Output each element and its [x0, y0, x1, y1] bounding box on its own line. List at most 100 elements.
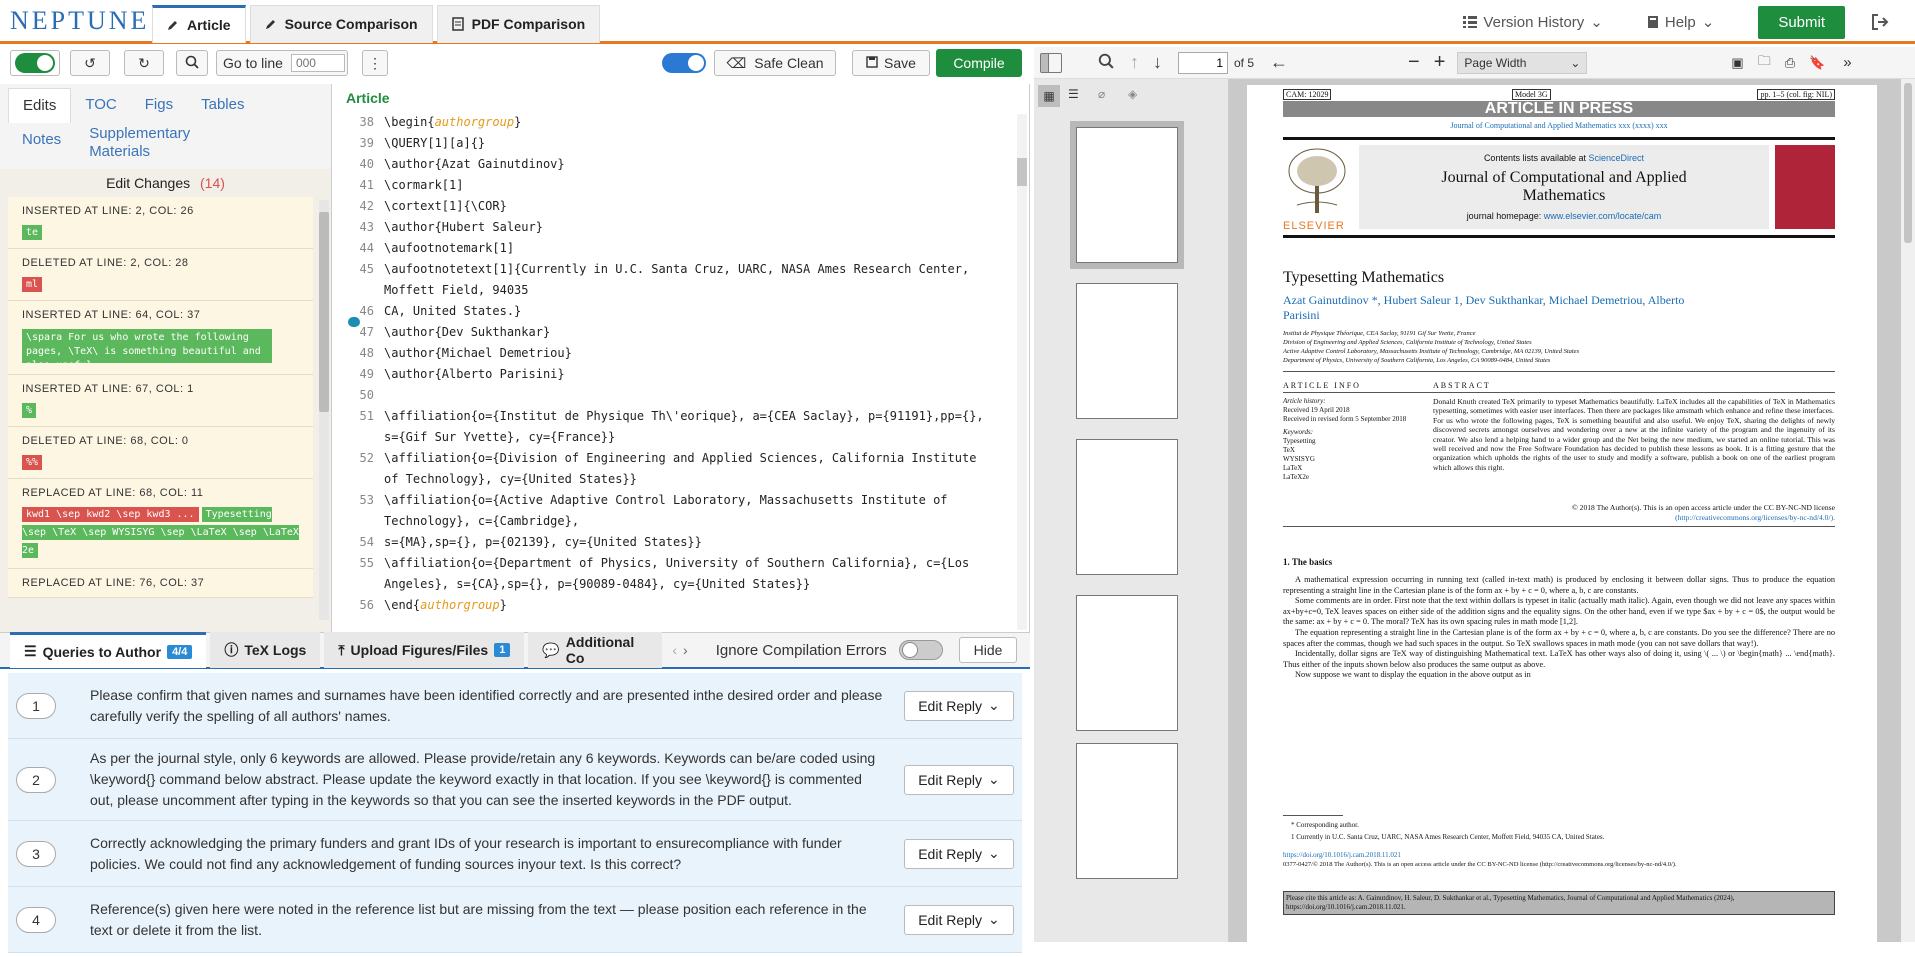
editor-scrollbar[interactable]: [1017, 114, 1027, 630]
version-history-menu[interactable]: Version History ⌄: [1463, 13, 1603, 31]
editor-line[interactable]: 50: [340, 385, 1020, 406]
submit-button[interactable]: Submit: [1758, 5, 1845, 39]
tab-tex-logs[interactable]: ⓘ TeX Logs: [210, 632, 321, 668]
tab-queries[interactable]: ☰ Queries to Author 4/4: [10, 632, 207, 668]
editor-line[interactable]: 48 \author{Michael Demetriou}: [340, 343, 1020, 364]
doi-link[interactable]: https://doi.org/10.1016/j.cam.2018.11.02…: [1283, 851, 1401, 859]
tab-notes[interactable]: Notes: [8, 123, 75, 169]
tab-tables[interactable]: Tables: [187, 88, 258, 123]
edit-reply-button[interactable]: Edit Reply ⌄: [904, 838, 1014, 869]
tab-upload[interactable]: ⤒ Upload Figures/Files 1: [324, 632, 525, 668]
edit-change-item[interactable]: REPLACED AT LINE: 76, COL: 37: [8, 569, 313, 598]
edit-change-item[interactable]: DELETED AT LINE: 68, COL: 0%%: [8, 427, 313, 479]
page-number-input[interactable]: [1178, 51, 1228, 74]
editor-line[interactable]: 38 \begin{authorgroup}: [340, 112, 1020, 133]
editor-line[interactable]: 53 \affiliation{o={Active Adaptive Contro…: [340, 490, 1020, 532]
page-thumbnail[interactable]: [1076, 743, 1178, 879]
edit-reply-button[interactable]: Edit Reply ⌄: [904, 904, 1014, 935]
editor-line[interactable]: 42 \cortext[1]{\COR}: [340, 196, 1020, 217]
search-icon[interactable]: [1098, 53, 1114, 72]
tab-edits[interactable]: Edits: [8, 88, 72, 123]
tab-article[interactable]: Article: [152, 4, 246, 43]
save-button[interactable]: Save: [852, 50, 930, 76]
comment-icon[interactable]: [348, 317, 360, 327]
tab-figs[interactable]: Figs: [131, 88, 187, 123]
go-to-line-input[interactable]: [290, 54, 345, 72]
arrow-up-icon[interactable]: ↑: [1130, 52, 1139, 73]
code-editor[interactable]: Article 38 \begin{authorgroup} 39 \QUERY[1]…: [340, 84, 1030, 632]
editor-line[interactable]: 47 \author{Dev Sukthankar}: [340, 322, 1020, 343]
undo-button[interactable]: ↺: [70, 50, 110, 76]
page-thumbnail[interactable]: [1076, 127, 1178, 263]
editor-line[interactable]: 56 \end{authorgroup}: [340, 595, 1020, 616]
edit-reply-button[interactable]: Edit Reply ⌄: [904, 690, 1014, 721]
edit-change-item[interactable]: INSERTED AT LINE: 67, COL: 1%: [8, 375, 313, 427]
editor-line[interactable]: 44 \aufootnotemark[1]: [340, 238, 1020, 259]
editor-line[interactable]: 41 \cormark[1]: [340, 175, 1020, 196]
thumbnail-view-button[interactable]: ▦: [1038, 85, 1060, 107]
tab-source-comparison[interactable]: Source Comparison: [249, 4, 433, 43]
redo-button[interactable]: ↻: [124, 50, 164, 76]
editor-line[interactable]: 43 \author{Hubert Saleur}: [340, 217, 1020, 238]
sign-out-icon[interactable]: [1867, 9, 1893, 35]
tab-pdf-comparison[interactable]: PDF Comparison: [436, 4, 601, 43]
edit-reply-button[interactable]: Edit Reply ⌄: [904, 764, 1014, 795]
keyword: LaTeX: [1283, 464, 1303, 472]
edit-change-item[interactable]: INSERTED AT LINE: 2, COL: 26 te: [8, 197, 313, 249]
homepage-link[interactable]: www.elsevier.com/locate/cam: [1544, 211, 1662, 221]
page-thumbnail[interactable]: [1076, 595, 1178, 731]
page-thumbnail[interactable]: [1076, 283, 1178, 419]
tab-additional[interactable]: 💬 Additional Co: [528, 632, 663, 668]
compile-button[interactable]: Compile: [936, 49, 1022, 77]
sidebar-toggle-button[interactable]: [1040, 52, 1062, 73]
code-text: \cortext[1]{\COR}: [384, 199, 507, 213]
editor-line[interactable]: 46 CA, United States.}: [340, 301, 1020, 322]
tab-toc[interactable]: TOC: [71, 88, 130, 123]
more-options-button[interactable]: ⋮: [362, 50, 388, 76]
edit-change-item[interactable]: DELETED AT LINE: 2, COL: 28 ml: [8, 249, 313, 301]
attachments-icon[interactable]: ⌀: [1098, 87, 1105, 101]
zoom-out-icon[interactable]: −: [1408, 51, 1420, 74]
editor-line[interactable]: 52 \affiliation{o={Division of Engineerin…: [340, 448, 1020, 490]
zoom-select[interactable]: Page Width ⌄: [1457, 51, 1588, 74]
track-changes-toggle[interactable]: [10, 50, 60, 76]
layers-icon[interactable]: ◈: [1128, 87, 1137, 101]
editor-line[interactable]: 40 \author{Azat Gainutdinov}: [340, 154, 1020, 175]
ignore-errors-toggle[interactable]: [898, 640, 943, 660]
editor-lines[interactable]: 38 \begin{authorgroup} 39 \QUERY[1][a]{} 40 \…: [340, 112, 1020, 632]
editor-line[interactable]: 39 \QUERY[1][a]{}: [340, 133, 1020, 154]
hide-button[interactable]: Hide: [958, 637, 1018, 663]
zoom-in-icon[interactable]: +: [1434, 51, 1446, 74]
search-button[interactable]: [176, 50, 208, 76]
tab-supplementary[interactable]: Supplementary Materials: [75, 123, 195, 169]
outline-view-button[interactable]: ☰: [1068, 87, 1079, 101]
query-row: 4 Reference(s) given here were noted in t…: [8, 887, 1022, 953]
editor-line[interactable]: 55 \affiliation{o={Department of Physics,…: [340, 553, 1020, 595]
sciencedirect-link[interactable]: ScienceDirect: [1589, 153, 1645, 163]
editor-line[interactable]: 51 \affiliation{o={Institut de Physique T…: [340, 406, 1020, 448]
editor-line[interactable]: 54 s={MA},sp={}, p={02139}, cy={United St…: [340, 532, 1020, 553]
pdf-viewer[interactable]: CAM: 12029 Model 3G pp. 1–5 (col. fig: N…: [1229, 79, 1915, 942]
open-file-icon[interactable]: 🗀: [1758, 52, 1771, 74]
arrow-down-icon[interactable]: ↓: [1153, 52, 1162, 73]
chevron-left-icon[interactable]: ‹: [672, 642, 677, 658]
chevron-right-icon[interactable]: ›: [683, 642, 688, 658]
editor-line[interactable]: 49 \author{Alberto Parisini}: [340, 364, 1020, 385]
edit-list-scrollbar[interactable]: [319, 200, 329, 620]
pdf-scrollbar[interactable]: [1901, 79, 1915, 942]
edit-change-item[interactable]: INSERTED AT LINE: 64, COL: 37 \spara For …: [8, 301, 313, 375]
page-thumbnail[interactable]: [1076, 439, 1178, 575]
presentation-icon[interactable]: ▣: [1731, 55, 1743, 71]
edit-change-item[interactable]: REPLACED AT LINE: 68, COL: 11 kwd1 \sep k…: [8, 479, 313, 569]
license-link[interactable]: (http://creativecommons.org/licenses/by-…: [1433, 513, 1835, 522]
print-icon[interactable]: ⎙: [1785, 55, 1795, 71]
tools-icon[interactable]: »: [1843, 54, 1851, 71]
safe-clean-button[interactable]: ⌫ Safe Clean: [714, 50, 836, 76]
editor-line[interactable]: 45 \aufootnotetext[1]{Currently in U.C. S…: [340, 259, 1020, 301]
bookmark-icon[interactable]: 🔖: [1809, 55, 1825, 71]
query-number: 1: [16, 692, 56, 719]
auto-compile-toggle[interactable]: [662, 53, 706, 73]
help-menu[interactable]: Help ⌄: [1647, 13, 1714, 31]
arrow-left-icon[interactable]: ←: [1270, 52, 1288, 73]
line-number: 43: [359, 220, 374, 234]
